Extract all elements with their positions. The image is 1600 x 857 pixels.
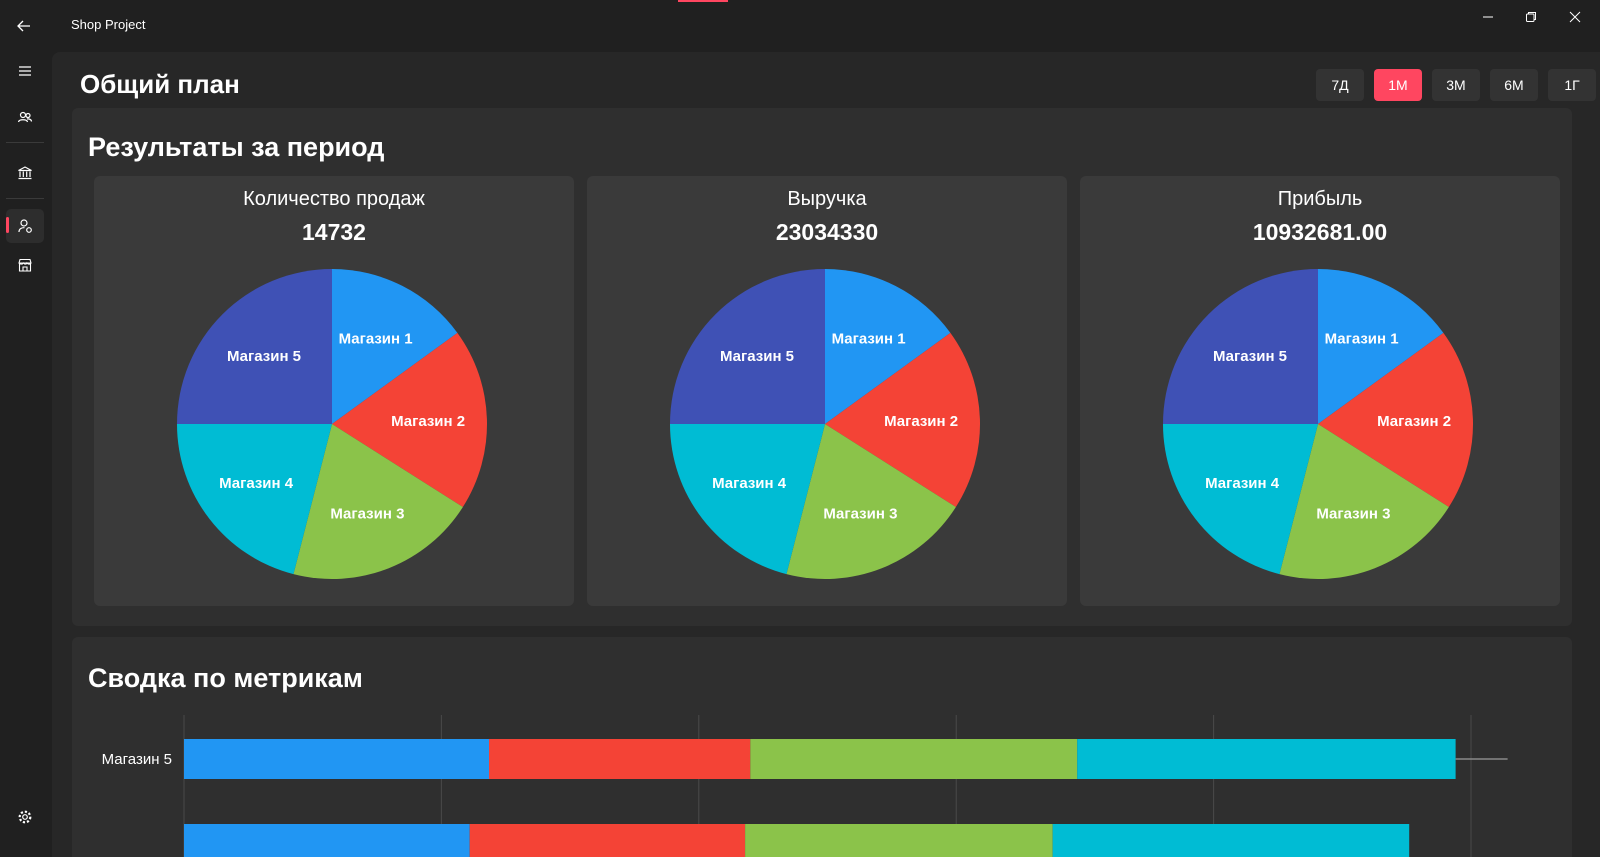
- main-content: Общий план 7Д 1М 3М 6М 1Г Результаты за …: [52, 52, 1600, 857]
- pie-slice-label: Магазин 3: [1316, 505, 1390, 522]
- menu-button[interactable]: [6, 54, 44, 88]
- card-title: Прибыль: [1277, 188, 1363, 210]
- bar-segment: [469, 824, 746, 857]
- app-title: Shop Project: [71, 17, 146, 32]
- nav-users[interactable]: [6, 100, 44, 134]
- side-nav: [0, 52, 52, 857]
- period-1y-button[interactable]: 1Г: [1548, 69, 1596, 101]
- sales-count-pie-chart: Магазин 1 Магазин 2 Магазин 3 Магазин 4 Мага…: [177, 269, 488, 579]
- pie-slice-label: Магазин 2: [391, 413, 465, 430]
- bar-segment: [184, 739, 489, 779]
- sales-count-card: Количество продаж 14732 Магазин 1 Магазин…: [94, 176, 574, 606]
- card-value: 10932681.00: [1252, 219, 1388, 245]
- pie-slice-label: Магазин 4: [1205, 475, 1280, 492]
- page-title: Общий план: [80, 69, 240, 99]
- store-icon: [18, 258, 32, 272]
- users-icon: [17, 111, 33, 123]
- nav-separator: [6, 142, 44, 143]
- nav-user-settings[interactable]: [6, 209, 44, 243]
- pie-slice-label: Магазин 5: [720, 348, 794, 365]
- bar-segment: [1077, 739, 1456, 779]
- restore-button[interactable]: [1514, 6, 1548, 28]
- title-bar: Shop Project: [0, 0, 1600, 52]
- results-title: Результаты за период: [88, 132, 385, 162]
- pie-slice-label: Магазин 3: [823, 505, 897, 522]
- bar-segment: [184, 824, 470, 857]
- card-value: 14732: [302, 219, 366, 245]
- pie-slice: [670, 269, 825, 424]
- pie-slice-label: Магазин 4: [219, 475, 294, 492]
- pie-slice-label: Магазин 1: [832, 330, 906, 347]
- pie-slice: [177, 269, 332, 424]
- nav-store[interactable]: [6, 248, 44, 282]
- metrics-stacked-bar-chart: Магазин 5: [102, 715, 1508, 857]
- pie-slice-label: Магазин 4: [712, 475, 787, 492]
- bar-category-label: Магазин 5: [102, 751, 172, 768]
- nav-settings[interactable]: [6, 800, 44, 834]
- metrics-title: Сводка по метрикам: [88, 663, 363, 693]
- pie-slice-label: Магазин 1: [339, 330, 413, 347]
- bank-icon: [18, 166, 32, 180]
- period-selector: 7Д 1М 3М 6М 1Г: [1316, 69, 1596, 101]
- results-panel: Результаты за период Количество продаж 1…: [72, 108, 1572, 626]
- nav-bank[interactable]: [6, 156, 44, 190]
- back-arrow-icon: [17, 20, 30, 32]
- card-value: 23034330: [775, 219, 879, 245]
- pie-slice-label: Магазин 2: [884, 413, 958, 430]
- card-title: Выручка: [787, 188, 867, 210]
- bar-segment: [750, 739, 1078, 779]
- period-3m-button[interactable]: 3М: [1432, 69, 1480, 101]
- pie-slice-label: Магазин 5: [227, 348, 301, 365]
- pie-slice-label: Магазин 5: [1213, 348, 1287, 365]
- pie-slice-label: Магазин 2: [1377, 413, 1451, 430]
- bar-segment: [1052, 824, 1410, 857]
- revenue-card: Выручка 23034330 Магазин 1 Магазин 2 Магаз…: [587, 176, 1067, 606]
- profit-card: Прибыль 10932681.00 Магазин 1 Магазин 2 Ма…: [1080, 176, 1560, 606]
- minimize-button[interactable]: [1471, 6, 1505, 28]
- menu-icon: [19, 66, 31, 76]
- profit-pie-chart: Магазин 1 Магазин 2 Магазин 3 Магазин 4 Мага…: [1163, 269, 1474, 579]
- period-1m-button[interactable]: 1М: [1374, 69, 1422, 101]
- bar-segment: [745, 824, 1053, 857]
- pie-slice: [1163, 269, 1318, 424]
- close-button[interactable]: [1558, 6, 1592, 28]
- pie-slice-label: Магазин 3: [330, 505, 404, 522]
- bar-segment: [489, 739, 751, 779]
- restore-icon: [1526, 12, 1536, 22]
- active-indicator: [6, 217, 9, 233]
- revenue-pie-chart: Магазин 1 Магазин 2 Магазин 3 Магазин 4 Мага…: [670, 269, 981, 579]
- card-title: Количество продаж: [243, 188, 425, 210]
- period-6m-button[interactable]: 6М: [1490, 69, 1538, 101]
- nav-separator: [6, 198, 44, 199]
- minimize-icon: [1483, 16, 1493, 18]
- user-settings-icon: [18, 219, 32, 233]
- settings-icon: [18, 810, 32, 824]
- close-icon: [1569, 11, 1581, 23]
- period-7d-button[interactable]: 7Д: [1316, 69, 1364, 101]
- pie-slice-label: Магазин 1: [1325, 330, 1399, 347]
- back-button[interactable]: [10, 12, 38, 40]
- metrics-panel: Сводка по метрикам Магазин 5: [72, 637, 1572, 857]
- accent-strip: [678, 0, 728, 2]
